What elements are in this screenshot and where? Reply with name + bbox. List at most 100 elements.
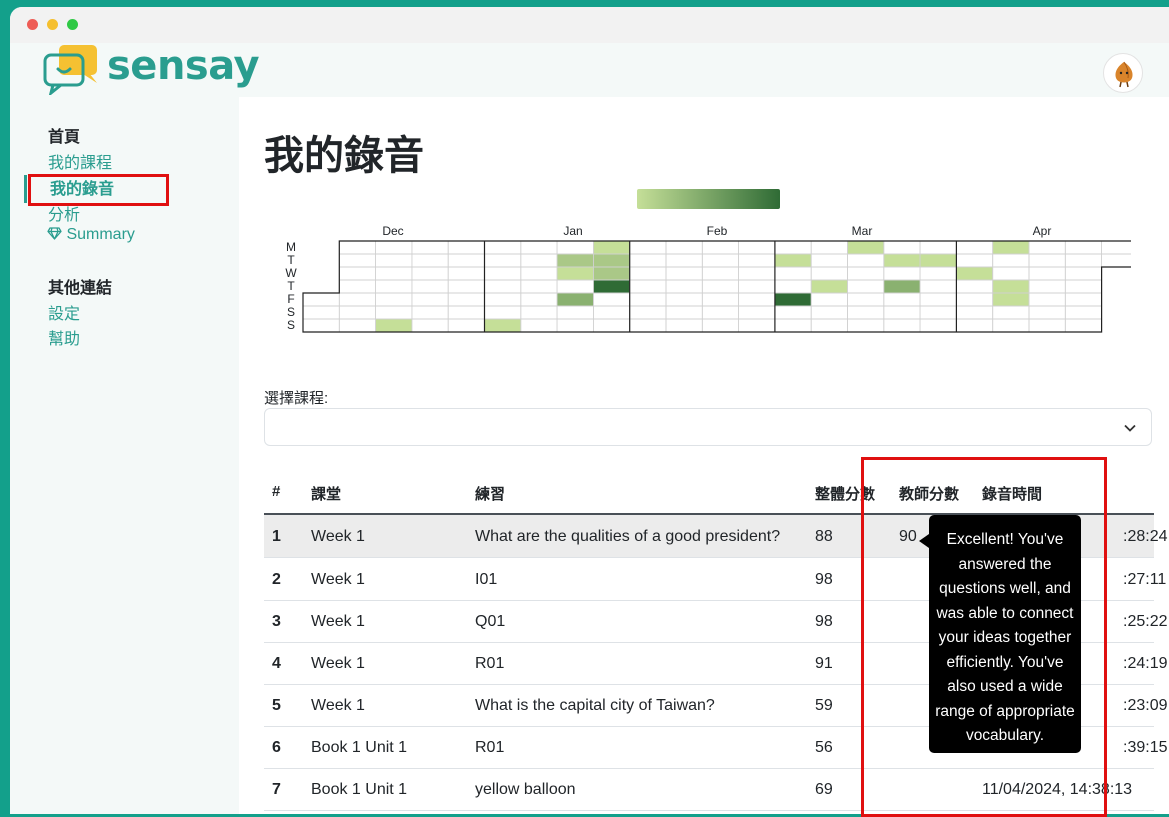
heatmap-grid-cell <box>665 253 703 268</box>
heatmap-grid-cell <box>629 318 667 333</box>
heatmap-grid-cell <box>447 279 485 294</box>
heatmap-cell <box>883 254 921 267</box>
heatmap-grid-cell <box>665 240 703 255</box>
heatmap-grid-cell <box>956 318 994 333</box>
heatmap-grid-cell <box>411 292 449 307</box>
heatmap-grid-cell <box>919 240 957 255</box>
heatmap-grid-cell <box>338 253 377 268</box>
heatmap-grid-cell <box>447 292 485 307</box>
heatmap-grid-cell <box>701 318 739 333</box>
row-overall-score: 56 <box>815 739 833 756</box>
row-overall-score: 59 <box>815 697 833 714</box>
sidebar-item-analysis[interactable]: 分析 <box>48 201 80 225</box>
user-avatar[interactable] <box>1103 53 1143 93</box>
heatmap-cell <box>992 293 1029 306</box>
course-select[interactable] <box>264 408 1152 446</box>
row-exercise[interactable]: yellow balloon <box>475 781 576 799</box>
row-lesson: Week 1 <box>311 613 365 630</box>
heatmap-month-label: Feb <box>707 224 728 238</box>
heatmap-grid-cell <box>810 253 848 268</box>
heatmap-cell <box>847 241 884 254</box>
row-number: 3 <box>272 613 281 630</box>
heatmap-grid-cell <box>375 266 413 281</box>
row-exercise[interactable]: Q01 <box>475 613 505 631</box>
heatmap-grid-cell <box>810 292 848 307</box>
sidebar-item-help[interactable]: 幫助 <box>48 325 80 349</box>
heatmap-month-label: Apr <box>1033 224 1052 238</box>
heatmap-grid-cell <box>665 279 703 294</box>
heatmap-cell <box>593 280 630 293</box>
row-recording-time: :28:24 <box>1123 528 1168 545</box>
heatmap-grid-cell <box>701 240 739 255</box>
row-recording-time: :39:15 <box>1123 739 1168 756</box>
brand-name[interactable]: sensay <box>107 43 260 89</box>
heatmap-grid-cell <box>411 318 449 333</box>
heatmap-grid-cell <box>992 266 1030 281</box>
heatmap-grid-cell <box>665 266 703 281</box>
heatmap-grid-cell <box>847 318 885 333</box>
sidebar-item-my-courses[interactable]: 我的課程 <box>48 149 112 173</box>
heatmap-grid-cell <box>1064 253 1102 268</box>
heatmap-cell <box>593 254 630 267</box>
sidebar-heading-home[interactable]: 首頁 <box>48 123 80 147</box>
sidebar-item-summary[interactable]: Summary <box>47 226 135 244</box>
heatmap-grid-cell <box>883 266 921 281</box>
row-exercise[interactable]: R01 <box>475 739 504 757</box>
heatmap-grid-cell <box>375 240 413 255</box>
annotation-highlight-box <box>861 457 1107 817</box>
heatmap-grid-cell <box>665 305 703 320</box>
close-window-button[interactable] <box>27 19 38 30</box>
heatmap-grid-cell <box>629 305 667 320</box>
heatmap-grid-cell <box>1101 240 1131 255</box>
row-number: 2 <box>272 571 281 588</box>
row-exercise[interactable]: What are the qualities of a good preside… <box>475 528 780 546</box>
recording-heatmap: Dec Jan Feb Mar Apr MTWTFSS <box>285 189 1131 333</box>
minimize-window-button[interactable] <box>47 19 58 30</box>
heatmap-cell <box>375 319 412 332</box>
row-lesson: Week 1 <box>311 528 365 545</box>
heatmap-grid-cell <box>738 305 776 320</box>
heatmap-grid-cell <box>411 253 449 268</box>
maximize-window-button[interactable] <box>67 19 78 30</box>
heatmap-grid-cell <box>701 279 739 294</box>
heatmap-grid-cell <box>484 292 522 307</box>
heatmap-grid-cell <box>375 305 413 320</box>
row-exercise[interactable]: I01 <box>475 571 497 589</box>
heatmap-grid-cell <box>411 279 449 294</box>
heatmap-legend <box>637 189 780 209</box>
header-number: # <box>272 483 281 500</box>
heatmap-grid-cell <box>774 318 812 333</box>
heatmap-grid-cell <box>447 240 485 255</box>
heatmap-grid-cell <box>992 305 1030 320</box>
heatmap-grid-cell <box>556 318 594 333</box>
heatmap-grid-cell <box>919 279 957 294</box>
heatmap-grid-cell <box>629 279 667 294</box>
heatmap-grid-cell <box>956 292 994 307</box>
page-title: 我的錄音 <box>264 133 424 179</box>
row-number: 1 <box>272 528 281 545</box>
heatmap-grid-cell <box>992 318 1030 333</box>
row-exercise[interactable]: R01 <box>475 655 504 673</box>
row-overall-score: 88 <box>815 528 833 545</box>
row-recording-time: :24:19 <box>1123 655 1168 672</box>
heatmap-month-label: Mar <box>852 224 873 238</box>
heatmap-cell <box>557 293 594 306</box>
heatmap-grid-cell <box>1028 305 1066 320</box>
heatmap-grid-cell <box>738 253 776 268</box>
heatmap-grid-cell <box>738 279 776 294</box>
heatmap-day-label: M <box>286 240 296 254</box>
heatmap-grid-cell <box>447 318 485 333</box>
heatmap-grid-cell <box>411 240 449 255</box>
heatmap-grid-cell <box>1028 266 1066 281</box>
heatmap-grid-cell <box>956 305 994 320</box>
sidebar-item-settings[interactable]: 設定 <box>48 300 80 324</box>
heatmap-grid-cell <box>956 279 994 294</box>
heatmap-grid-cell <box>302 318 340 333</box>
heatmap-day-label: S <box>287 305 295 319</box>
heatmap-grid-cell <box>883 318 921 333</box>
sensay-logo-icon[interactable] <box>43 43 103 100</box>
heatmap-grid-cell <box>411 266 449 281</box>
heatmap-grid-cell <box>484 279 522 294</box>
row-lesson: Week 1 <box>311 697 365 714</box>
row-exercise[interactable]: What is the capital city of Taiwan? <box>475 697 715 715</box>
